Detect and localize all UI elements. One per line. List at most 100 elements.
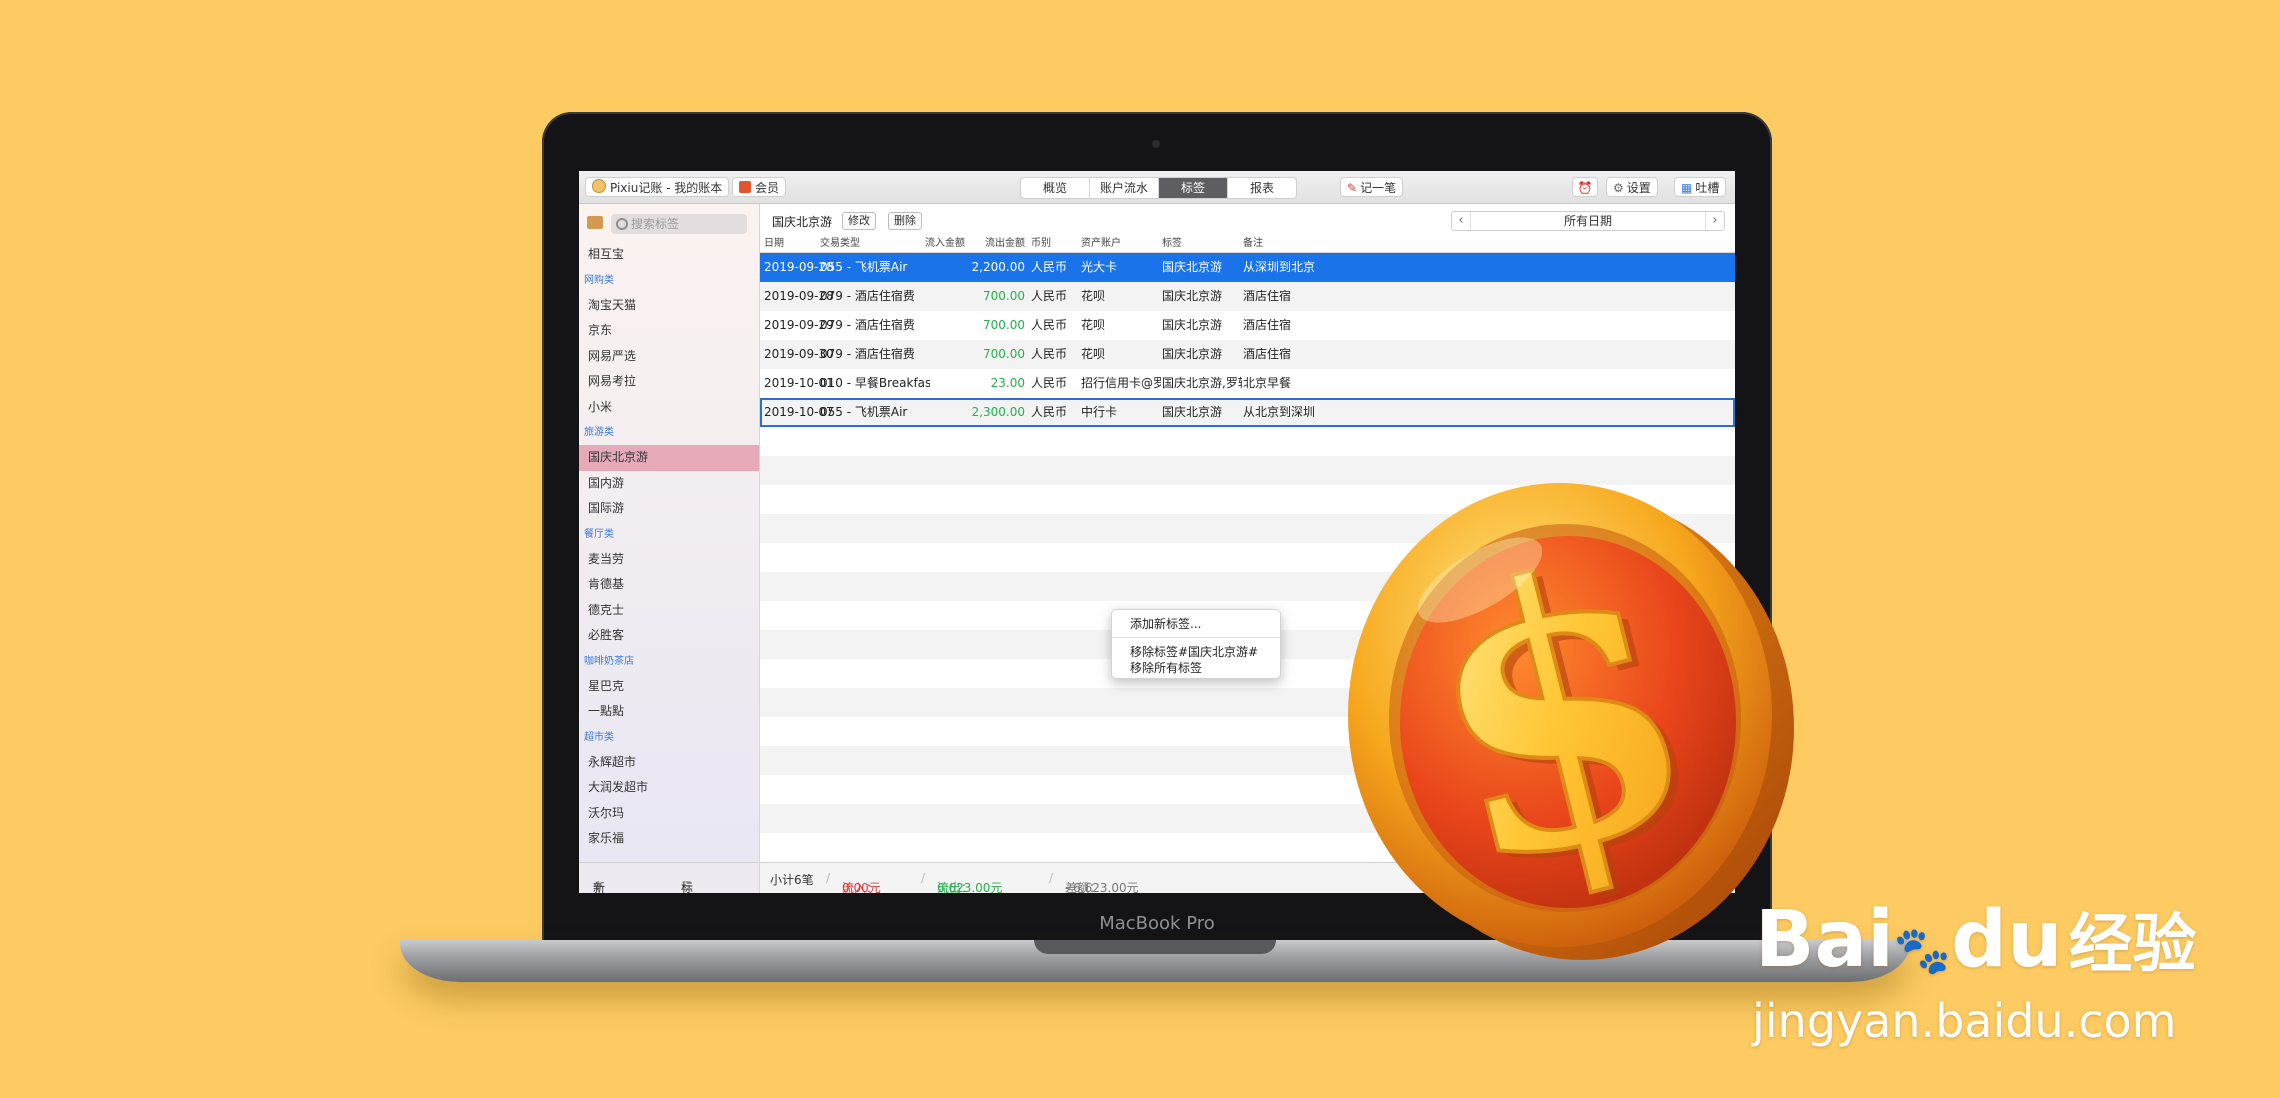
tag-group-label: 标签分组 bbox=[681, 881, 694, 893]
col-note-cell: 从深圳到北京 bbox=[1243, 260, 1316, 274]
tab-account-flow[interactable]: 账户流水 bbox=[1090, 178, 1159, 198]
sidebar-footer: ✚ 新建标签 ☰ 标签分组 bbox=[579, 862, 759, 893]
menu-remove-all-tags[interactable]: 移除所有标签 bbox=[1130, 659, 1202, 676]
col-tag-cell: 国庆北京游,罗辑 bbox=[1162, 376, 1242, 390]
search-icon bbox=[616, 218, 628, 230]
main-tabs: 概览 账户流水 标签 报表 bbox=[1020, 177, 1297, 199]
delete-button[interactable]: 删除 bbox=[888, 212, 922, 230]
table-row[interactable]: 2019-10-01 010 - 早餐Breakfast 23.00 人民币 招行信用卡… bbox=[760, 369, 1735, 398]
empty-row bbox=[760, 427, 1735, 456]
gift-icon bbox=[739, 181, 751, 193]
sidebar-group-header: 餐厅类 bbox=[584, 528, 614, 540]
col-currency-cell: 人民币 bbox=[1031, 260, 1068, 274]
pixiu-logo-icon bbox=[592, 179, 606, 193]
sidebar-tag-item[interactable]: 大润发超市 bbox=[579, 775, 759, 801]
sidebar-tag-item[interactable]: 相互宝 bbox=[579, 242, 759, 268]
tag-list: 相互宝 网购类 淘宝天猫 京东 网易严选 网易考拉 小米 旅游类 国庆北京游 国内游 国际游 餐厅类麦… bbox=[579, 242, 759, 852]
sidebar-tag-item[interactable]: 网易严选 bbox=[579, 344, 759, 370]
sidebar-tag-item[interactable]: 国际游 bbox=[579, 496, 759, 522]
status-divider: / bbox=[921, 871, 926, 885]
col-type-cell: 055 - 飞机票Air bbox=[820, 260, 908, 274]
sidebar-group-header: 旅游类 bbox=[584, 427, 614, 438]
ledger-button-label: Pixiu记账 - 我的账本 bbox=[610, 181, 723, 195]
sidebar-tag-item[interactable]: 淘宝天猫 bbox=[579, 293, 759, 319]
settings-button[interactable]: ⚙ 设置 bbox=[1606, 177, 1658, 197]
date-range-picker: ‹ 所有日期 › bbox=[1451, 211, 1725, 231]
col-currency-cell: 人民币 bbox=[1031, 318, 1068, 332]
menu-remove-tag[interactable]: 移除标签#国庆北京游# bbox=[1130, 643, 1258, 660]
col-account-cell: 花呗 bbox=[1081, 318, 1106, 332]
table-row[interactable]: 2019-09-29 079 - 酒店住宿费 700.00 人民币 花呗 国庆北京游 酒店住… bbox=[760, 311, 1735, 340]
col-tag-cell: 国庆北京游 bbox=[1162, 347, 1223, 361]
col-type-header[interactable]: 交易类型 bbox=[820, 236, 930, 252]
edit-button[interactable]: 修改 bbox=[842, 212, 876, 230]
col-account-header[interactable]: 资产账户 bbox=[1081, 236, 1161, 252]
col-outflow-cell: 2,200.00 bbox=[971, 260, 1025, 274]
sidebar-tag-item[interactable]: 肯德基 bbox=[579, 572, 759, 598]
outflow-value: 6,623.00元 bbox=[937, 881, 1003, 893]
alarm-button[interactable]: ⏰ bbox=[1572, 177, 1598, 197]
sidebar-tag-item[interactable]: 永辉超市 bbox=[579, 750, 759, 776]
tag-search-input[interactable]: 搜索标签 bbox=[611, 214, 747, 234]
col-account-cell: 招行信用卡@罗辑 bbox=[1081, 376, 1161, 390]
folder-icon[interactable] bbox=[587, 216, 603, 229]
coin-dollar-icon: $ $ bbox=[1348, 478, 1794, 960]
col-tag-cell: 国庆北京游 bbox=[1162, 289, 1223, 303]
record-button-label: 记一笔 bbox=[1360, 181, 1397, 195]
member-button[interactable]: 会员 bbox=[732, 177, 787, 197]
sidebar-tag-item[interactable]: 网易考拉 bbox=[579, 369, 759, 395]
col-account-cell: 中行卡 bbox=[1081, 405, 1118, 419]
tab-reports[interactable]: 报表 bbox=[1228, 178, 1296, 198]
sidebar-tag-item[interactable]: 小米 bbox=[579, 395, 759, 421]
sidebar-tag-item[interactable]: 国内游 bbox=[579, 471, 759, 497]
col-outflow-cell: 700.00 bbox=[983, 318, 1025, 332]
col-outflow-cell: 700.00 bbox=[983, 289, 1025, 303]
sidebar-tag-item[interactable]: 一點點 bbox=[579, 699, 759, 725]
sidebar-tag-item[interactable]: 麦当劳 bbox=[579, 547, 759, 573]
tab-overview[interactable]: 概览 bbox=[1021, 178, 1090, 198]
sidebar-tag-item[interactable]: 必胜客 bbox=[579, 623, 759, 649]
tab-tags[interactable]: 标签 bbox=[1159, 178, 1228, 198]
toolbar: Pixiu记账 - 我的账本 会员 概览 账户流水 标签 报表 ✎ 记一笔 ⏰ ⚙… bbox=[579, 171, 1735, 204]
menu-add-tag[interactable]: 添加新标签... bbox=[1130, 615, 1201, 632]
col-currency-header[interactable]: 币别 bbox=[1031, 236, 1081, 252]
table-header: 日期 交易类型 流入金额 流出金额 币别 资产账户 标签 备注 bbox=[760, 236, 1735, 253]
chat-icon: ▦ bbox=[1681, 181, 1693, 195]
watermark-url: jingyan.baidu.com bbox=[1752, 994, 2177, 1048]
col-outflow-cell: 700.00 bbox=[983, 347, 1025, 361]
pencil-icon: ✎ bbox=[1347, 181, 1358, 195]
col-currency-cell: 人民币 bbox=[1031, 347, 1068, 361]
watermark-brand2: du bbox=[1951, 895, 2063, 985]
new-tag-label: 新建标签 bbox=[593, 881, 606, 893]
col-type-cell: 079 - 酒店住宿费 bbox=[820, 289, 915, 303]
col-inflow-header[interactable]: 流入金额 bbox=[920, 236, 965, 252]
sidebar-tag-item[interactable]: 家乐福 bbox=[579, 826, 759, 852]
sidebar-tag-item[interactable]: 德克士 bbox=[579, 598, 759, 624]
status-divider: / bbox=[1049, 871, 1054, 885]
sidebar-tag-item[interactable]: 星巴克 bbox=[579, 674, 759, 700]
col-currency-cell: 人民币 bbox=[1031, 376, 1068, 390]
date-range-label[interactable]: 所有日期 bbox=[1470, 212, 1706, 230]
col-type-cell: 010 - 早餐Breakfast bbox=[820, 376, 930, 390]
inflow-value: 0.00元 bbox=[842, 881, 881, 893]
settings-button-label: 设置 bbox=[1626, 181, 1651, 195]
chevron-right-icon[interactable]: › bbox=[1706, 212, 1724, 230]
col-note-cell: 北京早餐 bbox=[1243, 376, 1292, 390]
table-row[interactable]: 2019-09-28 055 - 飞机票Air 2,200.00 人民币 光大卡 国庆北京… bbox=[760, 253, 1735, 282]
sidebar-tag-item[interactable]: 京东 bbox=[579, 318, 759, 344]
sidebar-tag-item[interactable]: 国庆北京游 bbox=[579, 445, 759, 471]
table-row[interactable]: 2019-09-30 079 - 酒店住宿费 700.00 人民币 花呗 国庆北京游 酒店住… bbox=[760, 340, 1735, 369]
col-note-header[interactable]: 备注 bbox=[1243, 236, 1393, 252]
chevron-left-icon[interactable]: ‹ bbox=[1452, 212, 1470, 230]
ledger-button[interactable]: Pixiu记账 - 我的账本 bbox=[585, 177, 730, 197]
status-divider: / bbox=[826, 871, 831, 885]
sidebar-tag-item[interactable]: 沃尔玛 bbox=[579, 801, 759, 827]
baidu-logo: Bai🐾du经验 bbox=[1755, 893, 2196, 985]
record-button[interactable]: ✎ 记一笔 bbox=[1340, 177, 1404, 197]
col-tag-header[interactable]: 标签 bbox=[1162, 236, 1242, 252]
feedback-button[interactable]: ▦ 吐槽 bbox=[1674, 177, 1727, 197]
tag-title: 国庆北京游 bbox=[772, 215, 833, 229]
table-row[interactable]: 2019-09-28 079 - 酒店住宿费 700.00 人民币 花呗 国庆北京游 酒店住… bbox=[760, 282, 1735, 311]
table-row[interactable]: 2019-10-07 055 - 飞机票Air 2,300.00 人民币 中行卡 国庆北京… bbox=[760, 398, 1735, 427]
col-outflow-header[interactable]: 流出金额 bbox=[970, 236, 1025, 252]
